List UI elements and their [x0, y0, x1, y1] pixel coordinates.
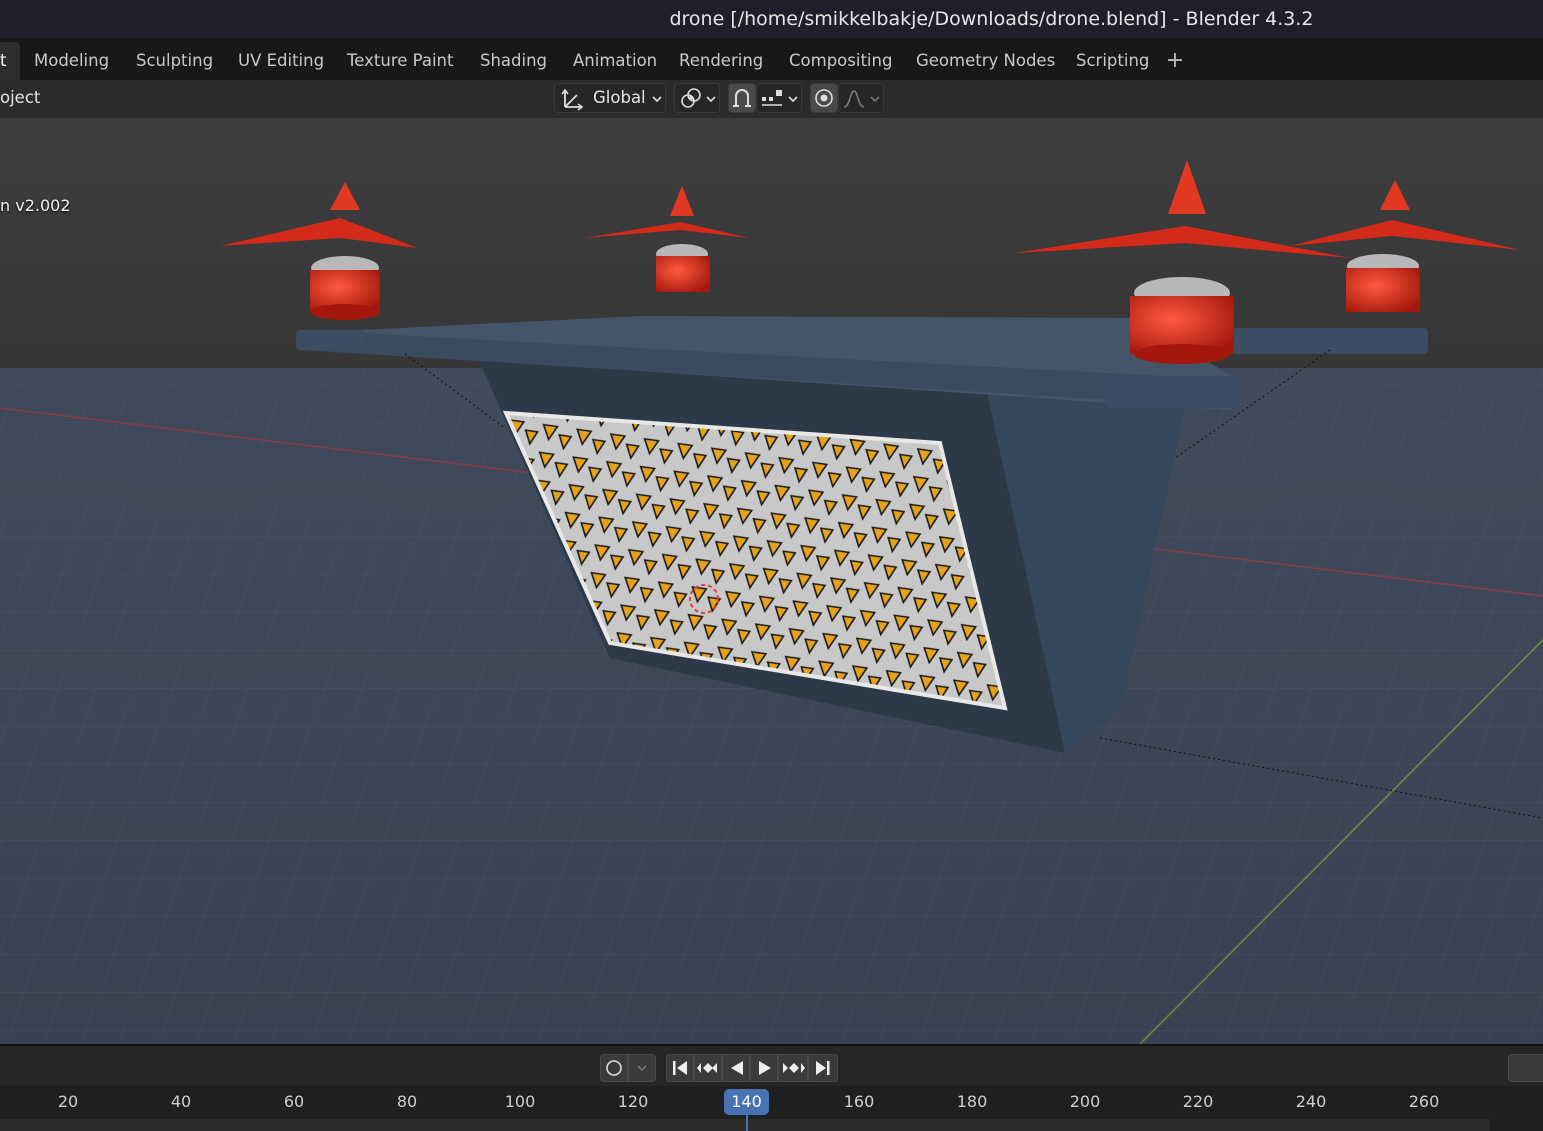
frame-tick: 120 [617, 1092, 649, 1111]
pivot-point-dropdown[interactable] [674, 83, 720, 113]
timeline-extra-button[interactable] [1508, 1054, 1543, 1082]
tab-rendering[interactable]: Rendering [665, 42, 777, 80]
jump-start-button[interactable] [666, 1054, 694, 1082]
next-keyframe-icon [783, 1063, 805, 1073]
viewport-header: oject Global [0, 80, 1543, 118]
chevron-down-icon [706, 96, 716, 103]
frame-tick: 240 [1295, 1092, 1327, 1111]
jump-end-icon [816, 1061, 830, 1075]
play-icon [759, 1061, 771, 1075]
current-frame-indicator[interactable]: 140 [724, 1089, 769, 1115]
frame-tick: 40 [170, 1092, 192, 1111]
3d-viewport[interactable]: n v2.002 [0, 118, 1543, 1044]
keying-dropdown[interactable] [628, 1054, 656, 1082]
timeline-controls [0, 1044, 1543, 1086]
proportional-edit-toggle[interactable] [810, 83, 838, 113]
snap-target-dropdown[interactable] [756, 83, 802, 113]
falloff-icon [843, 90, 865, 108]
workspace-tabs: t Modeling Sculpting UV Editing Texture … [0, 38, 1543, 81]
snap-icon [733, 89, 751, 107]
tab-shading[interactable]: Shading [466, 42, 561, 80]
play-button[interactable] [750, 1054, 778, 1082]
transform-orientation-label: Global [593, 88, 646, 107]
jump-start-icon [673, 1061, 687, 1075]
playhead[interactable] [746, 1115, 748, 1131]
auto-keying-toggle[interactable] [600, 1054, 628, 1082]
pivot-icon [681, 88, 701, 108]
tab-uv-editing[interactable]: UV Editing [224, 42, 338, 80]
tab-modeling[interactable]: Modeling [20, 42, 123, 80]
proportional-edit-icon [815, 89, 833, 107]
tab-animation[interactable]: Animation [559, 42, 671, 80]
transform-orientation-dropdown[interactable]: Global [554, 83, 666, 113]
tab-geometry-nodes[interactable]: Geometry Nodes [902, 42, 1069, 80]
window-title: drone [/home/smikkelbakje/Downloads/dron… [669, 8, 1314, 30]
prev-keyframe-button[interactable] [694, 1054, 722, 1082]
frame-tick: 220 [1182, 1092, 1214, 1111]
chevron-down-icon [637, 1065, 647, 1072]
active-object-label: n v2.002 [0, 196, 71, 215]
object-mode-menu[interactable]: oject [0, 80, 40, 116]
timeline-ruler[interactable]: 20 40 60 80 100 120 160 180 200 220 240 … [0, 1086, 1543, 1131]
tab-layout[interactable]: t [0, 42, 21, 80]
prev-keyframe-icon [697, 1063, 717, 1073]
frame-tick: 260 [1408, 1092, 1440, 1111]
chevron-down-icon [788, 96, 798, 103]
frame-tick: 200 [1069, 1092, 1101, 1111]
tab-texture-paint[interactable]: Texture Paint [333, 42, 467, 80]
frame-tick: 100 [504, 1092, 536, 1111]
transform-orientation-icon [561, 88, 584, 111]
snap-increment-icon [762, 90, 782, 106]
add-workspace-icon[interactable]: + [1164, 46, 1186, 76]
jump-end-button[interactable] [808, 1054, 838, 1082]
chevron-down-icon [652, 96, 662, 103]
record-icon [606, 1060, 622, 1076]
play-reverse-icon [731, 1061, 743, 1075]
tab-compositing[interactable]: Compositing [775, 42, 906, 80]
frame-tick: 160 [843, 1092, 875, 1111]
chevron-down-icon [870, 96, 880, 103]
frame-tick: 20 [57, 1092, 79, 1111]
frame-tick: 180 [956, 1092, 988, 1111]
frame-tick: 60 [283, 1092, 305, 1111]
next-keyframe-button[interactable] [778, 1054, 808, 1082]
window-titlebar: drone [/home/smikkelbakje/Downloads/dron… [0, 0, 1543, 38]
tab-sculpting[interactable]: Sculpting [122, 42, 227, 80]
timeline-track[interactable] [0, 1119, 1490, 1131]
viewport-scene [0, 118, 1543, 1044]
play-reverse-button[interactable] [722, 1054, 750, 1082]
proportional-falloff-dropdown[interactable] [838, 83, 884, 113]
snap-toggle[interactable] [728, 83, 756, 113]
tab-scripting[interactable]: Scripting [1062, 42, 1163, 80]
frame-tick: 80 [396, 1092, 418, 1111]
